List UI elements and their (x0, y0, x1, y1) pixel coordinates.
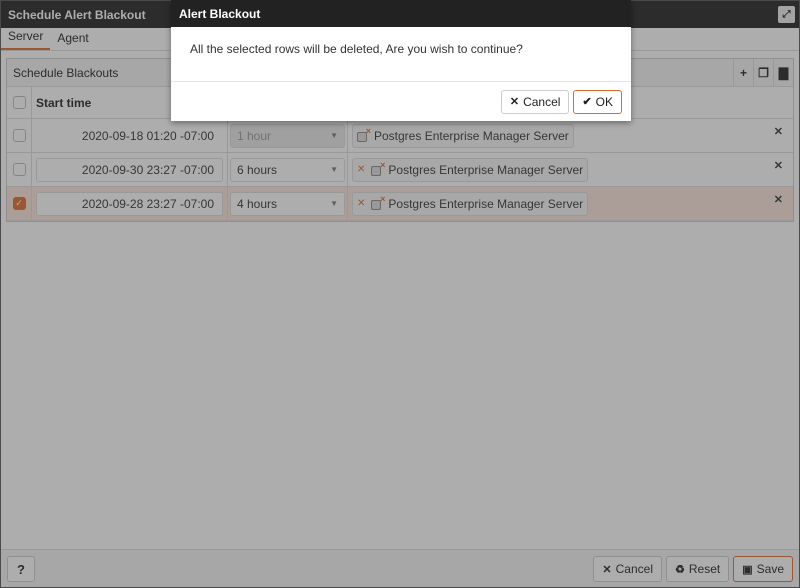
alert-blackout-dialog: Alert Blackout All the selected rows wil… (171, 0, 631, 121)
dialog-ok-label: OK (595, 94, 613, 109)
dialog-ok-button[interactable]: ✔ OK (573, 89, 622, 114)
dialog-cancel-label: Cancel (523, 94, 561, 109)
check-icon: ✔ (582, 96, 592, 108)
dialog-title: Alert Blackout (171, 0, 631, 27)
dialog-message: All the selected rows will be deleted, A… (171, 27, 631, 82)
close-icon: ✕ (509, 96, 520, 108)
dialog-cancel-button[interactable]: ✕ Cancel (500, 89, 570, 114)
